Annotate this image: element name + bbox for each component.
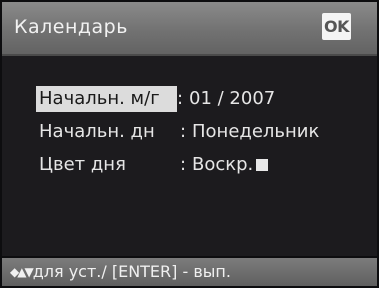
setting-label: Начальн. м/г [36,86,177,112]
setting-value: Воскр. [192,154,254,175]
setting-label: Начальн. дн [39,121,155,142]
setting-separator: : [177,88,184,109]
setting-label: Цвет дня [39,154,126,175]
footer-hint: ◆▲▼для уст./ [ENTER] - вып. [10,262,231,281]
setting-row-day-color[interactable]: Цвет дня: Воскр. [36,152,269,178]
screen-title: Календарь [14,16,128,38]
settings-panel: Начальн. м/г:01 / 2007 Начальн. дн: Понед… [2,56,377,256]
color-swatch-icon [256,159,269,171]
setting-value: 01 / 2007 [189,88,276,109]
setting-row-start-day[interactable]: Начальн. дн: Понедельник [36,119,319,145]
ok-icon[interactable]: OK [322,13,351,40]
footer-hint-text: для уст./ [ENTER] - вып. [32,262,231,281]
calendar-settings-screen: Календарь OK Начальн. м/г:01 / 2007 Нача… [0,0,379,288]
setting-value: Понедельник [192,121,320,142]
title-bar: Календарь OK [2,2,377,56]
footer-bar: ◆▲▼для уст./ [ENTER] - вып. [2,258,377,286]
arrows-icon: ◆▲▼ [10,265,34,279]
setting-row-start-month[interactable]: Начальн. м/г:01 / 2007 [36,86,275,112]
setting-separator: : [180,154,187,175]
setting-separator: : [180,121,187,142]
